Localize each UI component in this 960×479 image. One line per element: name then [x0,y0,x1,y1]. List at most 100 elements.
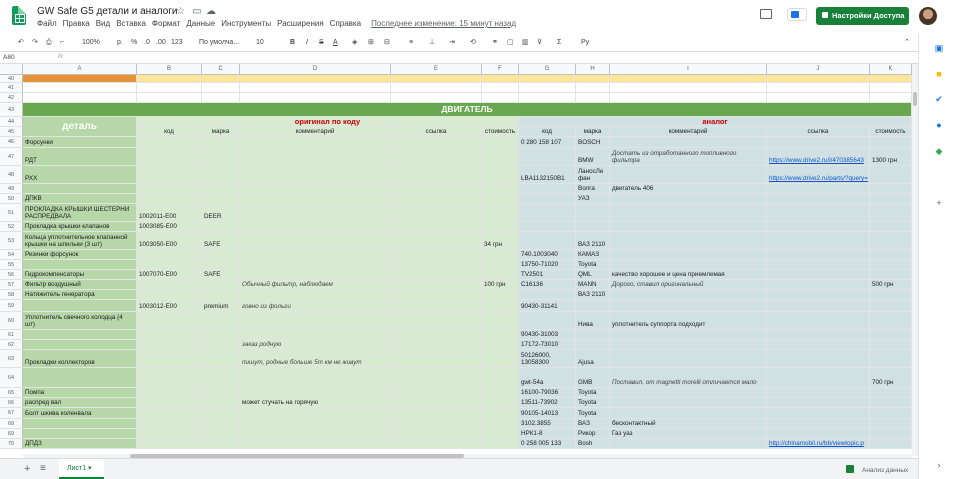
cell[interactable] [202,408,240,419]
cell[interactable] [391,368,482,388]
cell[interactable] [391,260,482,270]
comments-icon[interactable] [760,9,772,19]
input-tools-icon[interactable]: Ру [581,37,589,49]
column-header[interactable]: I [610,64,767,75]
cell[interactable] [202,250,240,260]
cell[interactable] [576,83,610,93]
cell[interactable]: 90430-31141 [519,300,576,312]
name-box[interactable]: A80 [3,54,15,61]
cell[interactable] [240,204,391,222]
cell[interactable] [482,300,519,312]
cell[interactable] [391,222,482,232]
font-size-select[interactable]: 10 [256,37,264,49]
cell[interactable] [610,232,767,250]
maps-icon[interactable]: ◆ [932,144,946,158]
cell[interactable] [137,340,202,350]
menu-item[interactable]: Инструменты [221,19,271,28]
column-title[interactable]: код [519,127,576,137]
document-title[interactable]: GW Safe G5 детали и аналоги [37,6,178,17]
cell[interactable] [870,204,912,222]
tasks-icon[interactable]: ✔ [932,92,946,106]
cell[interactable] [610,408,767,419]
cell[interactable] [870,194,912,204]
cell[interactable] [23,330,137,340]
cell[interactable]: УАЗ [576,194,610,204]
add-addon-icon[interactable]: + [932,196,946,210]
cell[interactable] [767,312,870,330]
cell[interactable]: C16136 [519,280,576,290]
cell[interactable] [202,260,240,270]
cell[interactable] [23,83,137,93]
cell[interactable] [767,232,870,250]
cell[interactable]: Bosh [576,439,610,449]
cell[interactable] [391,398,482,408]
cell[interactable] [23,419,137,429]
cell[interactable] [767,250,870,260]
cell[interactable] [519,312,576,330]
percent-button[interactable]: % [131,37,137,49]
cell[interactable] [767,340,870,350]
cell[interactable] [870,388,912,398]
cell[interactable] [391,232,482,250]
cell[interactable] [870,93,912,103]
row-number[interactable]: 70 [0,439,23,449]
cell[interactable] [23,93,137,103]
comment-icon[interactable]: ▢ [507,37,514,49]
row-number[interactable]: 60 [0,312,23,330]
increase-decimal-button[interactable]: .00 [156,37,166,49]
cell[interactable] [870,137,912,148]
cell[interactable] [576,300,610,312]
cell[interactable] [870,439,912,449]
cell[interactable] [870,75,912,83]
cell[interactable] [482,166,519,184]
cell[interactable] [576,93,610,103]
cell[interactable] [482,429,519,439]
cell[interactable] [240,419,391,429]
cell[interactable] [202,330,240,340]
text-color-button[interactable]: A [333,37,338,49]
meet-button[interactable] [787,8,807,21]
borders-icon[interactable]: ⊞ [368,37,374,49]
cell[interactable]: 16100-79036 [519,388,576,398]
cell[interactable] [391,312,482,330]
cell[interactable] [391,194,482,204]
cell[interactable]: 1002011-E00 [137,204,202,222]
cell[interactable] [391,439,482,449]
cell[interactable] [23,340,137,350]
cell[interactable]: Болт шкива коленвала [23,408,137,419]
cell[interactable] [202,350,240,368]
cell[interactable] [870,250,912,260]
menu-item[interactable]: Правка [63,19,90,28]
cell[interactable]: 34 грн [482,232,519,250]
cell[interactable] [519,204,576,222]
cell[interactable] [767,388,870,398]
cell[interactable] [767,398,870,408]
column-header[interactable]: C [202,64,240,75]
original-header[interactable]: оригинал по коду [137,117,519,127]
cell[interactable]: QML [576,270,610,280]
font-select[interactable]: По умолча... [199,37,239,49]
explore-button[interactable]: Анализ данных [846,465,908,474]
cell[interactable]: SAFE [202,232,240,250]
rotate-icon[interactable]: ⟲ [470,37,476,49]
cell[interactable] [610,222,767,232]
cell[interactable] [202,419,240,429]
currency-button[interactable]: р. [117,37,123,49]
column-header[interactable]: J [767,64,870,75]
cell[interactable]: Прокладка крышки клапанов [23,222,137,232]
column-title[interactable]: ссылка [391,127,482,137]
cell[interactable]: Toyota [576,260,610,270]
cell[interactable]: 90105-14013 [519,408,576,419]
row-number[interactable]: 68 [0,419,23,429]
cell[interactable] [610,388,767,398]
cell[interactable] [137,419,202,429]
cell[interactable]: BMW [576,148,610,166]
cell[interactable] [202,388,240,398]
cell[interactable]: ВАЗ 2110 [576,232,610,250]
cell[interactable] [240,330,391,340]
column-title[interactable]: код [137,127,202,137]
cell[interactable] [240,270,391,280]
cell[interactable] [137,398,202,408]
cell[interactable]: заказ родную [240,340,391,350]
cell[interactable] [137,137,202,148]
